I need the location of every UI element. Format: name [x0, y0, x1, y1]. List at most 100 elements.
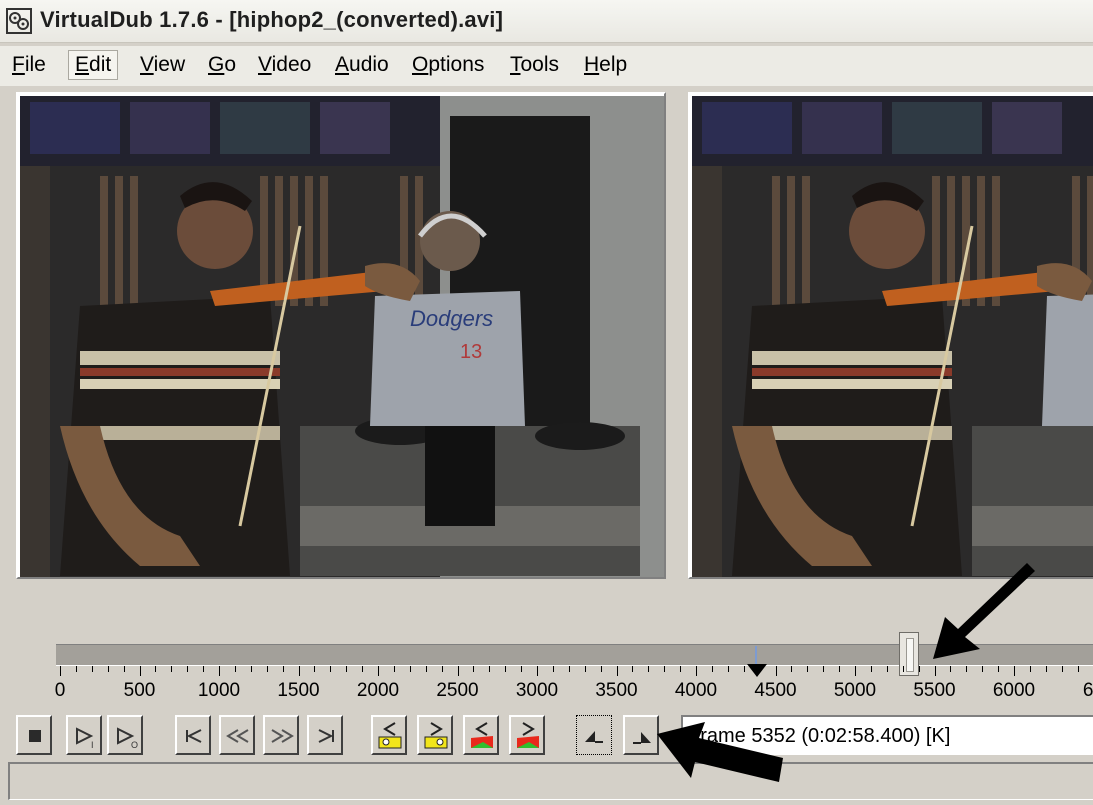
next-scene-icon	[517, 722, 539, 748]
timeline-minor-tick	[521, 666, 523, 672]
menu-view[interactable]: View	[140, 53, 185, 77]
input-video-frame: Dodgers 13	[20, 96, 664, 577]
svg-text:I: I	[91, 740, 94, 750]
timeline-minor-tick	[489, 666, 491, 672]
timeline-tick-label: 5000	[833, 680, 877, 701]
title-bar[interactable]: VirtualDub 1.7.6 - [hiphop2_(converted).…	[0, 0, 1093, 43]
timeline-minor-tick	[362, 666, 364, 672]
timeline-minor-tick	[743, 666, 745, 672]
timeline-tick	[378, 666, 379, 676]
timeline-tick-label: 6000	[992, 680, 1036, 701]
timeline-minor-tick	[759, 666, 761, 672]
timeline-minor-tick	[282, 666, 284, 672]
timeline-minor-tick	[568, 666, 570, 672]
menu-file[interactable]: File	[12, 53, 46, 77]
callout-arrow-mark-out	[657, 722, 783, 782]
timeline-tick-label: 4000	[674, 680, 718, 701]
menu-tools[interactable]: Tools	[510, 53, 559, 77]
timeline-minor-tick	[123, 666, 125, 672]
status-bar	[8, 762, 1093, 800]
stop-button[interactable]	[16, 715, 52, 755]
play-input-button[interactable]: I	[66, 715, 102, 755]
timeline-minor-tick	[552, 666, 554, 672]
timeline-tick-label: 5500	[913, 680, 956, 701]
timeline-minor-tick	[441, 666, 443, 672]
menu-audio[interactable]: Audio	[335, 53, 389, 77]
timeline-tick	[1014, 666, 1015, 676]
timeline-minor-tick	[1029, 666, 1031, 672]
timeline-tick-label: 3000	[515, 680, 559, 701]
menu-edit[interactable]: Edit	[68, 50, 119, 80]
output-video-pane[interactable]	[688, 92, 1093, 579]
timeline-tick	[298, 666, 300, 676]
timeline-tick-label: 1000	[197, 680, 241, 701]
mark-out-button[interactable]	[623, 715, 659, 755]
timeline-tick-label: 0	[54, 680, 66, 701]
prev-keyframe-icon	[378, 722, 402, 749]
timeline-minor-tick	[632, 666, 634, 672]
timeline-minor-tick	[330, 666, 332, 672]
virtualdub-gears-icon	[6, 8, 32, 34]
timeline-minor-tick	[425, 666, 427, 672]
timeline-minor-tick	[409, 666, 411, 672]
timeline-minor-tick	[107, 666, 109, 672]
play-output-icon: O	[117, 727, 138, 750]
timeline-tick-label: 1500	[277, 680, 320, 701]
timeline-minor-tick	[950, 666, 952, 672]
timeline-minor-tick	[187, 666, 189, 672]
prev-keyframe-button[interactable]	[371, 715, 407, 755]
timeline-minor-tick	[393, 666, 395, 672]
timeline-minor-tick	[473, 666, 475, 672]
timeline-tick-label: 4500	[754, 680, 797, 701]
timeline-tick-label: 500	[123, 680, 156, 701]
timeline-minor-tick	[346, 666, 348, 672]
timeline-minor-tick	[680, 666, 682, 672]
timeline-minor-tick	[791, 666, 793, 672]
svg-text:13: 13	[460, 341, 482, 363]
prev-scene-button[interactable]	[463, 715, 499, 755]
output-video-frame	[692, 96, 1093, 577]
timeline-minor-tick	[886, 666, 888, 672]
timeline-tick	[934, 666, 936, 676]
timeline-minor-tick	[823, 666, 825, 672]
menu-options[interactable]: Options	[412, 53, 484, 77]
menu-video[interactable]: Video	[258, 53, 311, 77]
step-forward-icon	[271, 729, 294, 743]
timeline-minor-tick	[1077, 666, 1079, 672]
timeline-minor-tick	[902, 666, 904, 672]
timeline-minor-tick	[727, 666, 729, 672]
timeline-minor-tick	[870, 666, 872, 672]
timeline-minor-tick	[664, 666, 666, 672]
input-video-pane[interactable]: Dodgers 13	[16, 92, 666, 579]
next-keyframe-button[interactable]	[417, 715, 453, 755]
timeline-minor-tick	[918, 666, 920, 672]
play-output-button[interactable]: O	[107, 715, 143, 755]
go-start-icon	[186, 729, 202, 743]
timeline-minor-tick	[155, 666, 157, 672]
callout-arrow-slider	[933, 563, 1035, 659]
play-input-icon: I	[76, 727, 94, 750]
mark-in-button[interactable]	[576, 715, 612, 755]
step-back-button[interactable]	[219, 715, 255, 755]
timeline-minor-tick	[600, 666, 602, 672]
timeline-minor-tick	[648, 666, 650, 672]
menu-go[interactable]: Go	[208, 53, 236, 77]
timeline-minor-tick	[314, 666, 316, 672]
step-back-icon	[226, 729, 249, 743]
next-scene-button[interactable]	[509, 715, 545, 755]
timeline-tick	[775, 666, 777, 676]
timeline-minor-tick	[839, 666, 841, 672]
timeline-tick	[537, 666, 538, 676]
go-to-start-button[interactable]	[175, 715, 211, 755]
timeline-minor-tick	[1061, 666, 1063, 672]
timeline-minor-tick	[966, 666, 968, 672]
timeline-minor-tick	[584, 666, 586, 672]
timeline-minor-tick	[203, 666, 205, 672]
menu-help[interactable]: Help	[584, 53, 627, 77]
go-to-end-button[interactable]	[307, 715, 343, 755]
timeline-tick	[616, 666, 618, 676]
menu-bar: File Edit View Go Video Audio Options To…	[0, 46, 1093, 86]
timeline-tick-label: 2500	[436, 680, 479, 701]
prev-scene-icon	[471, 722, 493, 748]
step-forward-button[interactable]	[263, 715, 299, 755]
